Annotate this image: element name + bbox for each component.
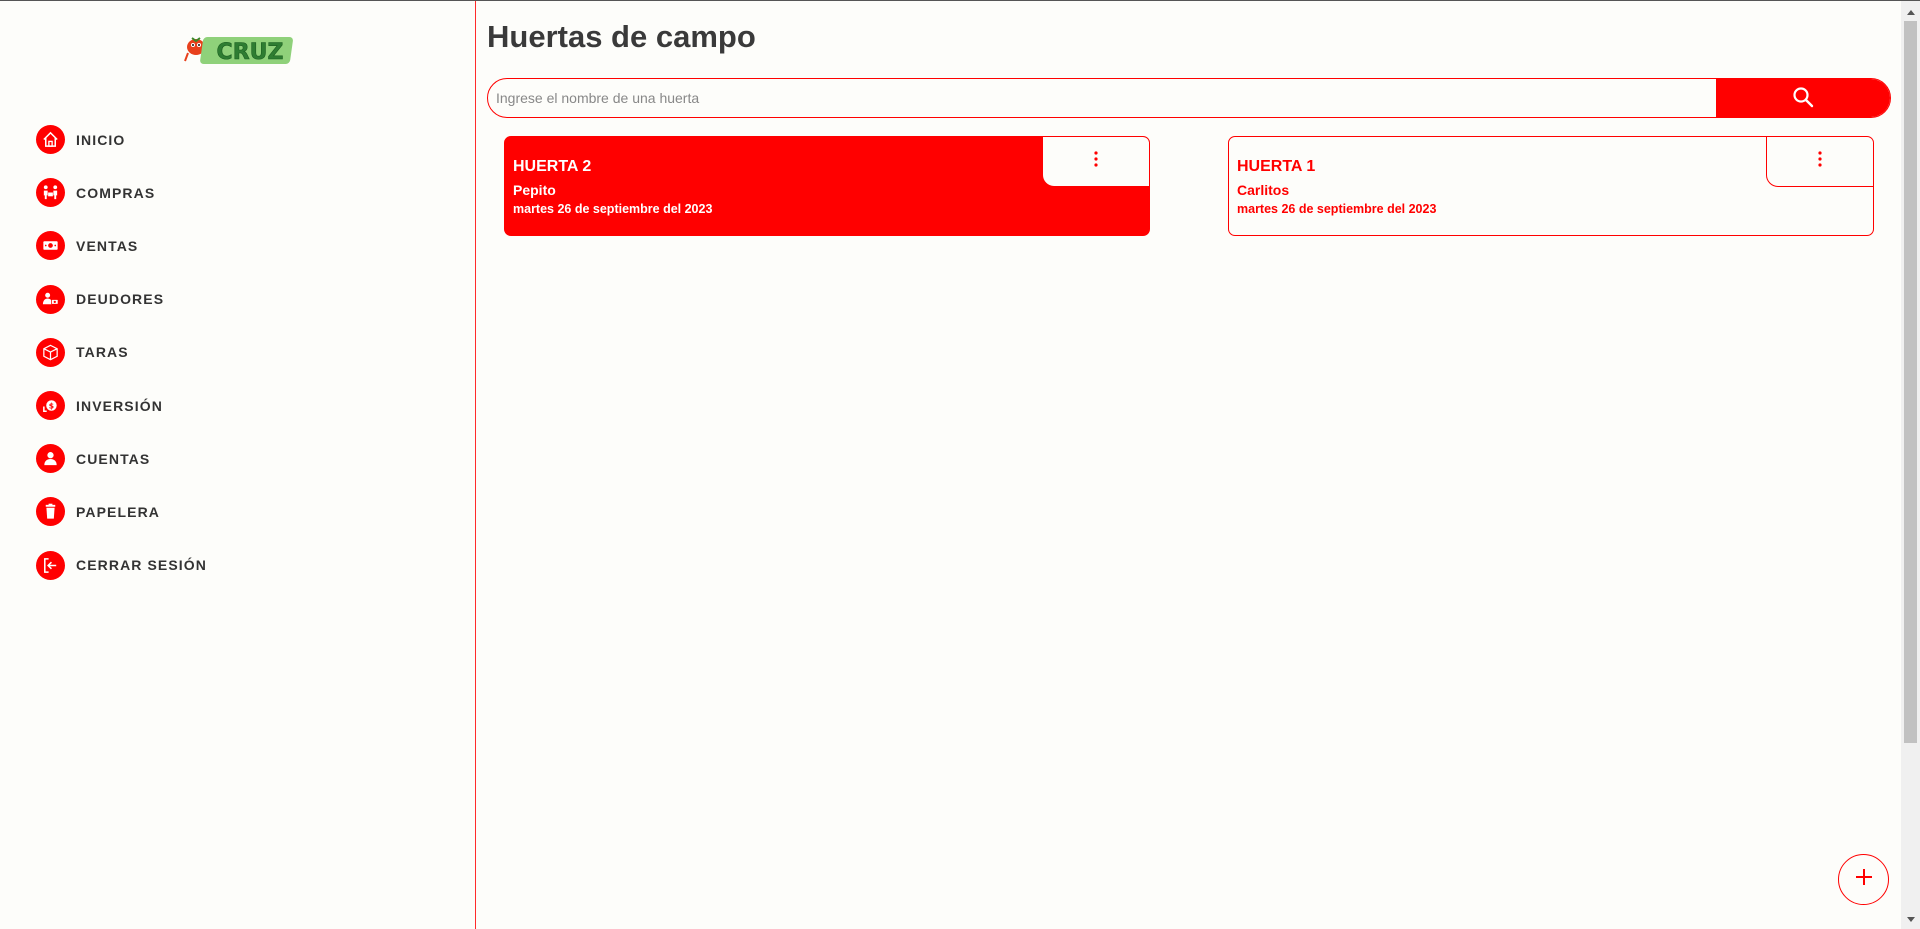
sidebar-item-cuentas[interactable]: CUENTAS (36, 432, 207, 485)
plus-icon (1854, 867, 1874, 892)
sidebar-item-label: INVERSIÓN (76, 397, 163, 414)
card-title: HUERTA 2 (513, 158, 592, 175)
home-icon (36, 125, 65, 155)
sidebar-item-cerrar-sesion[interactable]: CERRAR SESIÓN (36, 539, 207, 592)
card-owner: Pepito (513, 182, 556, 198)
search-button[interactable] (1716, 79, 1890, 117)
sidebar-item-label: PAPELERA (76, 503, 160, 520)
money-icon (36, 231, 65, 261)
card-menu-button[interactable] (1766, 137, 1873, 187)
logout-icon (36, 550, 65, 580)
sidebar-item-deudores[interactable]: DEUDORES (36, 273, 207, 326)
sidebar-item-ventas[interactable]: VENTAS (36, 219, 207, 272)
coin-hand-icon: $ (36, 391, 65, 421)
svg-text:$: $ (49, 401, 54, 410)
sidebar-item-label: COMPRAS (76, 184, 156, 201)
card-owner: Carlitos (1237, 182, 1290, 198)
scroll-down-arrow-icon[interactable] (1901, 911, 1920, 928)
trash-icon (36, 497, 65, 527)
sidebar-item-label: TARAS (76, 344, 129, 361)
box-icon (36, 337, 65, 367)
users-money-icon (36, 284, 65, 314)
scroll-up-arrow-icon[interactable] (1901, 3, 1920, 20)
card-menu-button[interactable] (1042, 137, 1149, 187)
more-vertical-icon (1817, 150, 1823, 173)
search-input[interactable] (488, 79, 1716, 117)
people-cart-icon (36, 178, 65, 208)
sidebar-item-label: CUENTAS (76, 450, 151, 467)
sidebar-item-inversion[interactable]: $ INVERSIÓN (36, 379, 207, 432)
card-date: martes 26 de septiembre del 2023 (1237, 202, 1437, 216)
sidebar-item-label: VENTAS (76, 237, 139, 254)
main-content: Huertas de campo HUERTA 2 Pepito martes … (477, 1, 1901, 929)
sidebar: CRUZ INICIO COMPRAS VENTAS DEUDORES TARA… (0, 1, 476, 929)
huerta-card[interactable]: HUERTA 2 Pepito martes 26 de septiembre … (504, 136, 1150, 236)
sidebar-nav: INICIO COMPRAS VENTAS DEUDORES TARAS $ I… (36, 113, 207, 592)
sidebar-item-papelera[interactable]: PAPELERA (36, 485, 207, 538)
card-title: HUERTA 1 (1237, 158, 1316, 175)
sidebar-item-label: DEUDORES (76, 291, 165, 308)
vertical-scrollbar[interactable] (1901, 1, 1920, 929)
huerta-card[interactable]: HUERTA 1 Carlitos martes 26 de septiembr… (1228, 136, 1874, 236)
sidebar-item-taras[interactable]: TARAS (36, 326, 207, 379)
sidebar-item-label: INICIO (76, 131, 126, 148)
logo-text: CRUZ (217, 40, 284, 65)
user-icon (36, 444, 65, 474)
more-vertical-icon (1093, 150, 1099, 173)
add-huerta-button[interactable] (1838, 854, 1889, 905)
brand-logo[interactable]: CRUZ (178, 33, 296, 69)
page-title: Huertas de campo (487, 19, 756, 54)
sidebar-item-inicio[interactable]: INICIO (36, 113, 207, 166)
sidebar-item-compras[interactable]: COMPRAS (36, 166, 207, 219)
scroll-thumb[interactable] (1904, 21, 1917, 743)
card-date: martes 26 de septiembre del 2023 (513, 202, 713, 216)
sidebar-item-label: CERRAR SESIÓN (76, 557, 207, 574)
search-bar (487, 78, 1891, 118)
search-icon (1792, 86, 1814, 111)
